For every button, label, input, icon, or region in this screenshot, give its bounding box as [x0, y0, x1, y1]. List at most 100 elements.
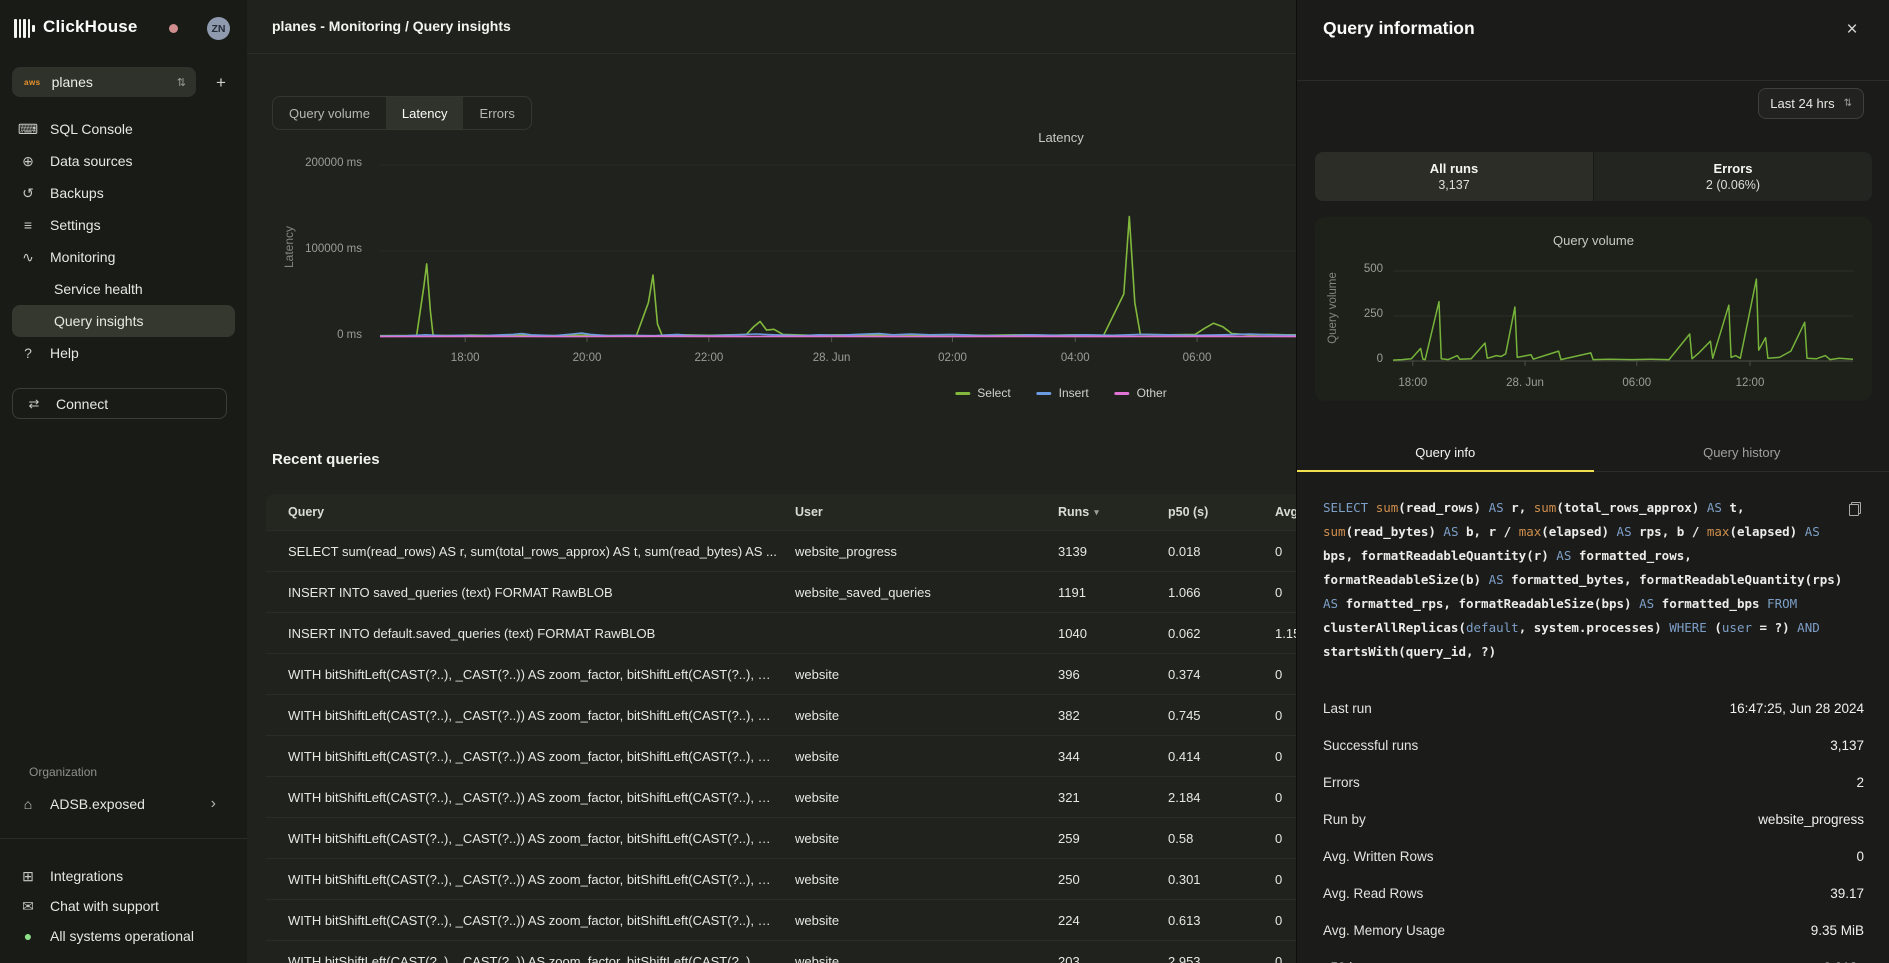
legend-item[interactable]: Select [955, 386, 1010, 400]
stat-value: 16:47:25, Jun 28 2024 [1730, 701, 1864, 716]
cell-runs: 3139 [1058, 544, 1168, 559]
legend-item[interactable]: Other [1115, 386, 1167, 400]
stat-label: Successful runs [1323, 738, 1418, 753]
latency-chart[interactable] [380, 150, 1296, 349]
cell-user: website [795, 667, 1058, 682]
sidebar-footer-item[interactable]: ✉ Chat with support [12, 891, 235, 921]
cell-p50: 0.062 [1168, 626, 1275, 641]
cell-p50: 0.301 [1168, 872, 1275, 887]
latency-x-ticks: 18:0020:0022:0028. Jun02:0004:0006:00 [380, 352, 1296, 368]
copy-icon[interactable] [1849, 502, 1861, 516]
service-selector[interactable]: aws planes ⇅ [12, 67, 196, 97]
nav-item-label: Query insights [54, 313, 143, 329]
column-runs[interactable]: Runs▾ [1058, 505, 1168, 519]
nav-item-label: Backups [50, 185, 104, 201]
info-tab[interactable]: Query info [1297, 434, 1594, 472]
x-tick-label: 18:00 [1398, 377, 1427, 389]
query-volume-x-ticks: 18:0028. Jun06:0012:00 [1393, 377, 1853, 391]
cell-user: website [795, 913, 1058, 928]
organization-name: ADSB.exposed [50, 796, 145, 812]
sidebar-nav-item[interactable]: ≡ Settings [12, 209, 235, 241]
sidebar-nav-item[interactable]: Service health [12, 273, 235, 305]
stat-label: Avg. Memory Usage [1323, 923, 1445, 938]
footer-item-label: Integrations [50, 868, 123, 884]
stat-row: Last run 16:47:25, Jun 28 2024 [1323, 690, 1864, 727]
chevron-updown-icon: ⇅ [1844, 98, 1852, 109]
chat-bubble-icon: ✉ [17, 898, 39, 915]
summary-tab[interactable]: All runs 3,137 [1315, 152, 1593, 201]
recent-queries-title: Recent queries [272, 451, 380, 468]
view-tab[interactable]: Latency [386, 97, 464, 129]
sidebar-footer-item[interactable]: ⊞ Integrations [12, 861, 235, 891]
x-tick-label: 22:00 [694, 352, 723, 364]
sidebar-footer-item[interactable]: ● All systems operational [12, 921, 235, 951]
cell-query: WITH bitShiftLeft(CAST(?..), _CAST(?..))… [266, 831, 795, 846]
cell-user: website_saved_queries [795, 585, 1058, 600]
cell-runs: 259 [1058, 831, 1168, 846]
stat-row: p50 latency 0.018s [1323, 949, 1864, 963]
query-volume-chart[interactable] [1393, 253, 1853, 374]
organization-row[interactable]: ⌂ ADSB.exposed › [12, 789, 232, 819]
cell-query: WITH bitShiftLeft(CAST(?..), _CAST(?..))… [266, 954, 795, 963]
cell-user: website [795, 831, 1058, 846]
cell-p50: 0.414 [1168, 749, 1275, 764]
y-tick-label: 500 [1364, 263, 1383, 275]
sql-query[interactable]: SELECT sum(read_rows) AS r, sum(total_ro… [1323, 496, 1854, 664]
monitoring-icon: ∿ [17, 249, 39, 266]
x-tick-label: 04:00 [1061, 352, 1090, 364]
stat-value: 0 [1856, 849, 1864, 864]
cell-runs: 396 [1058, 667, 1168, 682]
legend-item[interactable]: Insert [1037, 386, 1089, 400]
column-p50[interactable]: p50 (s) [1168, 505, 1275, 519]
cell-runs: 382 [1058, 708, 1168, 723]
cell-user: website [795, 790, 1058, 805]
sidebar-nav-item[interactable]: ⊕ Data sources [12, 145, 235, 177]
sidebar-nav-item[interactable]: ∿ Monitoring [12, 241, 235, 273]
y-tick-label: 0 [1377, 353, 1383, 365]
app-title: ClickHouse [43, 17, 138, 37]
sidebar-nav-item[interactable]: Query insights [12, 305, 235, 337]
latency-y-ticks: 0 ms100000 ms200000 ms [247, 150, 362, 360]
column-query[interactable]: Query [266, 505, 795, 519]
connect-button[interactable]: ⇄ Connect [12, 388, 227, 419]
add-service-button[interactable]: + [208, 70, 234, 96]
notification-dot[interactable] [169, 24, 178, 33]
column-user[interactable]: User [795, 505, 1058, 519]
nav-item-label: Settings [50, 217, 101, 233]
y-tick-label: 200000 ms [305, 157, 362, 169]
x-tick-label: 06:00 [1183, 352, 1212, 364]
cell-user: website_progress [795, 544, 1058, 559]
cell-query: WITH bitShiftLeft(CAST(?..), _CAST(?..))… [266, 872, 795, 887]
nav-item-label: Service health [54, 281, 143, 297]
summary-tab-value: 3,137 [1438, 178, 1469, 192]
breadcrumb: planes - Monitoring / Query insights [272, 0, 511, 53]
nav-item-label: Monitoring [50, 249, 115, 265]
stat-row: Avg. Memory Usage 9.35 MiB [1323, 912, 1864, 949]
sidebar-nav-item[interactable]: ↺ Backups [12, 177, 235, 209]
close-icon[interactable]: × [1838, 16, 1866, 44]
sidebar-nav-item[interactable]: ⌨ SQL Console [12, 113, 235, 145]
view-tab[interactable]: Query volume [273, 97, 386, 129]
data-sources-icon: ⊕ [17, 153, 39, 170]
cell-runs: 1040 [1058, 626, 1168, 641]
clickhouse-logo-icon [14, 18, 36, 38]
cell-user: website [795, 708, 1058, 723]
chart-svg [380, 150, 1296, 346]
sidebar-footer: ⊞ Integrations ✉ Chat with support ● All… [12, 861, 235, 951]
summary-tab-label: Errors [1713, 161, 1752, 176]
series-select [380, 217, 1296, 336]
time-range-value: Last 24 hrs [1770, 96, 1834, 111]
series-query-volume [1393, 279, 1853, 360]
stat-label: Avg. Read Rows [1323, 886, 1423, 901]
latency-chart-title: Latency [1038, 130, 1084, 145]
view-tab[interactable]: Errors [463, 97, 530, 129]
summary-tab[interactable]: Errors 2 (0.06%) [1593, 152, 1872, 201]
terminal-icon: ⌨ [17, 121, 39, 138]
legend-label: Insert [1059, 386, 1089, 400]
avatar[interactable]: ZN [207, 17, 230, 40]
sidebar-nav-item[interactable]: ? Help [12, 337, 235, 369]
connect-label: Connect [56, 396, 108, 412]
cell-query: WITH bitShiftLeft(CAST(?..), _CAST(?..))… [266, 749, 795, 764]
time-range-dropdown[interactable]: Last 24 hrs ⇅ [1758, 88, 1864, 119]
info-tab[interactable]: Query history [1594, 434, 1889, 472]
